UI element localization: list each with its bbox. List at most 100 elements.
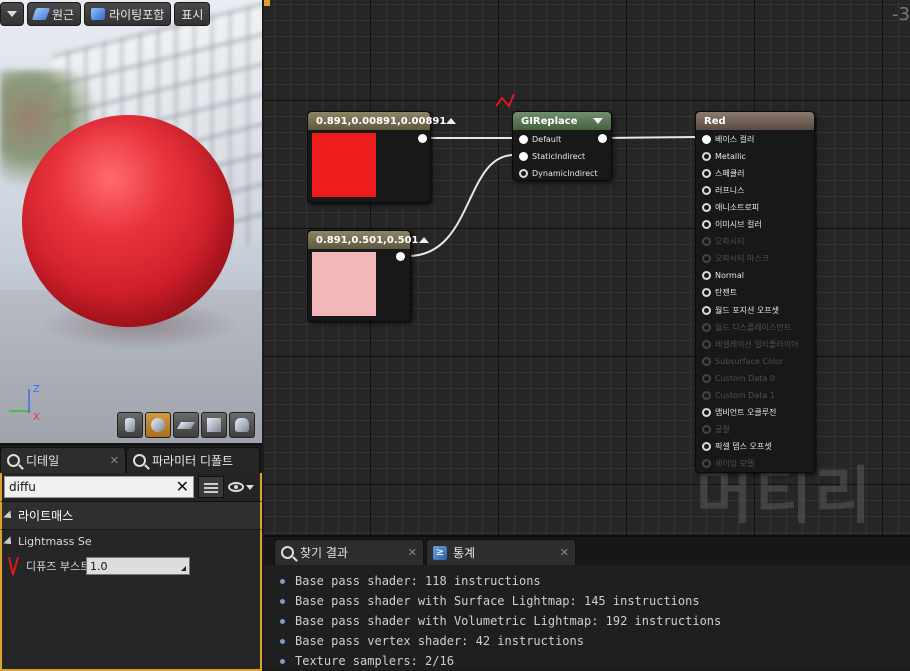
tab-find-results[interactable]: 찾기 결과 ✕ — [274, 539, 424, 565]
log-line: Texture samplers: 2/16 — [280, 651, 910, 671]
node-title: 0.891,0.501,0.501 — [316, 234, 419, 246]
input-pin-icon — [702, 442, 711, 452]
material-input-pin[interactable]: 오파시티 — [702, 236, 744, 248]
material-input-pin[interactable]: 러프니스 — [702, 184, 744, 196]
collapse-icon[interactable] — [446, 118, 457, 124]
material-input-pin[interactable]: 오파시티 마스크 — [702, 253, 769, 265]
perspective-button[interactable]: 원근 — [27, 2, 82, 26]
expand-arrow-icon — [3, 509, 15, 522]
pin-label: Subsurface Color — [715, 356, 784, 366]
material-result-node[interactable]: Red 베이스 컬러 Metallic 스페큘러러프니스애니소트로피이미시브 컬러오… — [695, 111, 815, 473]
property-matrix-button[interactable] — [198, 476, 224, 498]
log-line: Base pass vertex shader: 42 instructions — [280, 631, 910, 651]
cylinder-icon — [125, 418, 135, 432]
close-icon[interactable]: ✕ — [110, 454, 119, 467]
diffuse-boost-row: 디퓨즈 부스트 1.0 — [0, 553, 262, 579]
cube-shape-button[interactable] — [201, 412, 227, 438]
log-text: Base pass shader with Volumetric Lightma… — [295, 614, 722, 628]
material-input-pin[interactable]: 셰이딩 모델 — [702, 458, 754, 470]
material-graph[interactable]: -3 머티리얼 0.891,0.00891,0.00891 0.891,0.50… — [264, 0, 910, 535]
material-input-pin[interactable]: Custom Data 1 — [702, 390, 775, 402]
show-label: 표시 — [181, 7, 204, 22]
output-pin[interactable] — [396, 252, 405, 261]
pin-label: DynamicIndirect — [532, 168, 598, 178]
material-input-pin[interactable]: 굴절 — [702, 424, 730, 436]
close-icon[interactable]: ✕ — [560, 546, 569, 559]
lit-mode-button[interactable]: 라이팅포함 — [84, 2, 172, 26]
pin-label: 탄젠트 — [715, 288, 738, 298]
teapot-shape-button[interactable] — [229, 412, 255, 438]
material-input-pin[interactable]: 이미시브 컬러 — [702, 219, 762, 231]
gireplace-node[interactable]: GIReplace Default StaticIndirect Dynamic… — [512, 111, 612, 181]
constant3vector-node-pink[interactable]: 0.891,0.501,0.501 — [307, 230, 429, 322]
axis-x-label: X — [33, 412, 40, 423]
pin-label: 러프니스 — [715, 185, 745, 195]
pin-dynamic-indirect[interactable]: DynamicIndirect — [519, 167, 598, 179]
sphere-shape-button[interactable] — [145, 412, 171, 438]
cylinder-shape-button[interactable] — [117, 412, 143, 438]
pin-label: 굴절 — [715, 425, 730, 435]
material-input-pin[interactable]: 월드 디스플레이스먼트 — [702, 321, 791, 333]
material-input-pin[interactable]: 픽셀 뎁스 오프셋 — [702, 441, 772, 453]
material-input-pin[interactable]: Custom Data 0 — [702, 372, 775, 384]
color-swatch — [312, 252, 376, 316]
material-input-pin[interactable]: 베이스 컬러 — [702, 133, 754, 145]
teapot-icon — [235, 418, 249, 432]
node-title: Red — [704, 115, 726, 127]
expand-icon[interactable] — [593, 118, 603, 124]
input-pin-icon — [519, 134, 528, 144]
log-text: Base pass shader: 118 instructions — [295, 574, 541, 588]
viewport-options-button[interactable] — [0, 2, 24, 26]
input-pin-icon — [519, 151, 528, 161]
material-input-pin[interactable]: Metallic — [702, 150, 746, 162]
input-pin-icon — [702, 202, 711, 212]
preview-shape-bar — [117, 412, 255, 438]
material-input-pin[interactable]: 애니소트로피 — [702, 201, 759, 213]
pin-static-indirect[interactable]: StaticIndirect — [519, 150, 585, 162]
input-pin-icon — [702, 425, 711, 435]
clear-search-icon[interactable]: ✕ — [176, 479, 189, 495]
input-pin-icon — [702, 408, 711, 418]
output-pin[interactable] — [598, 134, 607, 143]
show-button[interactable]: 표시 — [174, 2, 211, 26]
preview-sphere — [22, 115, 234, 327]
pin-label: 픽셀 뎁스 오프셋 — [715, 442, 772, 452]
input-pin-icon — [702, 185, 711, 195]
cube-icon — [91, 8, 106, 20]
pin-label: Normal — [715, 271, 744, 281]
material-input-pin[interactable]: Normal — [702, 270, 744, 282]
constant3vector-node-red[interactable]: 0.891,0.00891,0.00891 — [307, 111, 457, 203]
log-line: Base pass shader with Volumetric Lightma… — [280, 611, 910, 631]
details-search-input[interactable]: diffu ✕ — [4, 476, 194, 498]
material-input-pin[interactable]: 스페큘러 — [702, 167, 744, 179]
plane-shape-button[interactable] — [173, 412, 199, 438]
chevron-down-icon — [7, 11, 17, 17]
view-options-button[interactable] — [228, 476, 254, 498]
output-pin[interactable] — [418, 134, 427, 143]
tab-stats[interactable]: ≥ 통계 ✕ — [426, 539, 576, 565]
material-input-pin[interactable]: 테셀레이션 멀티플라이어 — [702, 338, 799, 350]
lightmass-settings-group[interactable]: Lightmass Se — [0, 529, 262, 553]
axis-z-label: Z — [33, 384, 40, 395]
material-input-pin[interactable]: Subsurface Color — [702, 355, 783, 367]
bullet-icon — [280, 598, 285, 604]
input-pin-icon — [702, 254, 711, 264]
diffuse-boost-field[interactable]: 1.0 — [86, 557, 190, 575]
close-icon[interactable]: ✕ — [408, 546, 417, 559]
tab-details[interactable]: 디테일 ✕ — [0, 447, 126, 473]
material-preview-viewport[interactable]: 원근 라이팅포함 표시 Z X — [0, 0, 262, 443]
pin-label: 셰이딩 모델 — [715, 459, 755, 469]
stats-tab-bar: 찾기 결과 ✕ ≥ 통계 ✕ — [264, 537, 910, 565]
material-input-pin[interactable]: 탄젠트 — [702, 287, 737, 299]
lit-mode-label: 라이팅포함 — [109, 7, 165, 22]
pin-default[interactable]: Default — [519, 133, 561, 145]
material-input-pin[interactable]: 앰비언트 오클루전 — [702, 407, 776, 419]
tab-details-label: 디테일 — [26, 454, 60, 468]
tab-parameter-defaults[interactable]: 파라미터 디폴트 — [126, 447, 260, 473]
lightmass-section-header[interactable]: 라이트매스 — [0, 501, 262, 529]
pin-label: Custom Data 0 — [715, 373, 775, 383]
material-input-pin[interactable]: 월드 포지션 오프셋 — [702, 304, 779, 316]
pin-label: Default — [532, 134, 562, 144]
collapse-icon[interactable] — [418, 237, 429, 243]
stats-panel: 찾기 결과 ✕ ≥ 통계 ✕ Base pass shader: 118 ins… — [264, 535, 910, 670]
